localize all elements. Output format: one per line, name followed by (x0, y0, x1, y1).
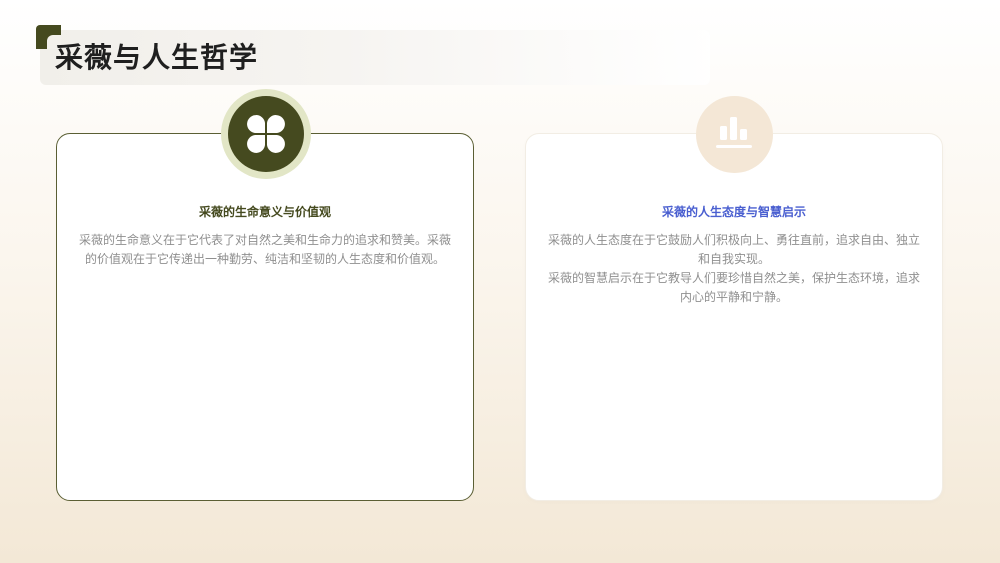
card-body: 采薇的人生态度在于它鼓励人们积极向上、勇往直前，追求自由、独立和自我实现。 采薇… (544, 231, 924, 307)
card-heading: 采薇的人生态度与智慧启示 (661, 205, 806, 219)
card-life-meaning: 采薇的生命意义与价值观 采薇的生命意义在于它代表了对自然之美和生命力的追求和赞美… (56, 133, 474, 501)
bar-chart-badge (696, 96, 773, 173)
page-title: 采薇与人生哲学 (55, 41, 259, 74)
clover-icon (247, 115, 285, 153)
card-life-attitude: 采薇的人生态度与智慧启示 采薇的人生态度在于它鼓励人们积极向上、勇往直前，追求自… (525, 133, 943, 501)
card-body: 采薇的生命意义在于它代表了对自然之美和生命力的追求和赞美。采薇的价值观在于它传递… (75, 231, 455, 269)
card-paragraph: 采薇的人生态度在于它鼓励人们积极向上、勇往直前，追求自由、独立和自我实现。 (547, 233, 920, 266)
card-heading: 采薇的生命意义与价值观 (198, 205, 331, 219)
bar-chart-icon (716, 117, 752, 148)
clover-badge (221, 89, 311, 179)
card-paragraph: 采薇的智慧启示在于它教导人们要珍惜自然之美，保护生态环境，追求内心的平静和宁静。 (547, 271, 920, 304)
clover-badge-inner (228, 96, 304, 172)
card-paragraph: 采薇的生命意义在于它代表了对自然之美和生命力的追求和赞美。采薇的价值观在于它传递… (78, 233, 451, 266)
